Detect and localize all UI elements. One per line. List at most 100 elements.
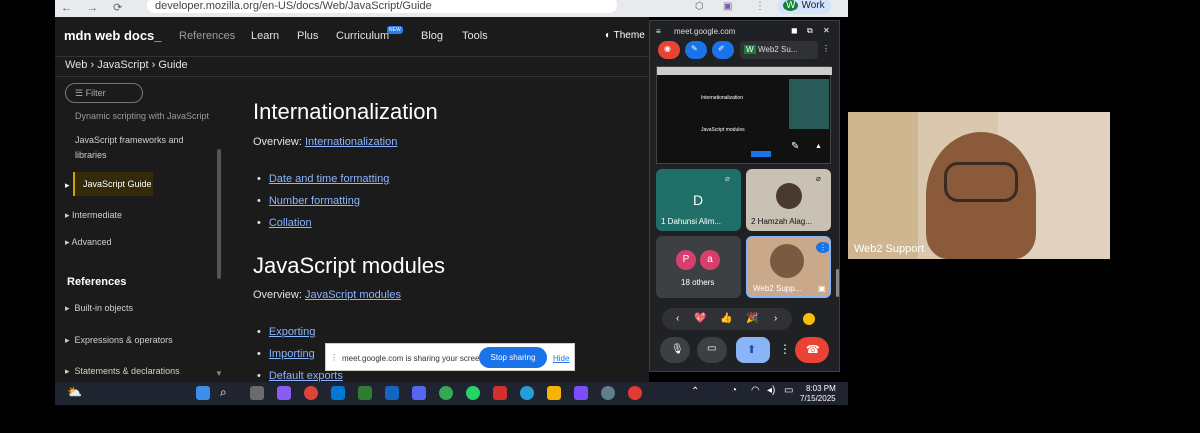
nav-blog[interactable]: Blog	[421, 30, 443, 42]
app-icon[interactable]	[331, 386, 345, 400]
app-icon[interactable]	[574, 386, 588, 400]
record-button[interactable]: ◉	[658, 41, 680, 59]
telegram-icon[interactable]	[520, 386, 534, 400]
annotate-button[interactable]: ✐	[712, 41, 734, 59]
chevron-right-icon: ▸	[65, 180, 70, 190]
reaction-thumbs-up[interactable]: 👍	[720, 313, 732, 324]
mdn-logo[interactable]: mdn web docs_	[64, 28, 162, 43]
chrome-icon[interactable]	[304, 386, 318, 400]
link-collation[interactable]: Collation	[269, 217, 312, 229]
record-icon: ◉	[664, 44, 671, 53]
theme-toggle[interactable]: ◐ Theme	[605, 30, 645, 41]
mdn-header: mdn web docs_ References Learn Plus Curr…	[55, 17, 649, 57]
file-explorer-icon[interactable]	[547, 386, 561, 400]
others-tile[interactable]: P a 18 others	[656, 236, 741, 298]
reaction-party[interactable]: 🎉	[746, 313, 758, 324]
camera-icon[interactable]: ◼	[791, 26, 798, 35]
menu-icon[interactable]: ⋮	[755, 1, 765, 12]
link-default-exports[interactable]: Default exports	[269, 370, 343, 382]
link-javascript-modules[interactable]: JavaScript modules	[305, 289, 401, 301]
battery-icon[interactable]: ▭	[784, 385, 793, 396]
list-item: Number formatting	[257, 195, 360, 207]
start-icon[interactable]	[196, 386, 210, 400]
sidebar-item-expressions[interactable]: ▸ Expressions & operators	[65, 335, 173, 346]
link-date-time-formatting[interactable]: Date and time formatting	[269, 173, 389, 185]
preview-title: Internationalization	[701, 95, 743, 101]
sidebar-item-dynamic-scripting[interactable]: Dynamic scripting with JavaScript	[75, 111, 209, 121]
sidebar-item-statements[interactable]: ▸ Statements & declarations	[65, 366, 180, 377]
nav-buttons[interactable]: ← → ⟳	[61, 1, 128, 14]
extension-icon[interactable]: ▣	[723, 1, 732, 12]
sidebar-item-advanced[interactable]: ▸ Advanced	[65, 237, 112, 248]
wifi-icon[interactable]: ◠	[751, 385, 760, 396]
nav-plus[interactable]: Plus	[297, 30, 318, 42]
present-icon: ⬆	[747, 344, 757, 356]
tray-overflow-icon[interactable]: ⌃	[691, 386, 699, 397]
link-number-formatting[interactable]: Number formatting	[269, 195, 360, 207]
link-importing[interactable]: Importing	[269, 348, 315, 360]
scroll-down-icon[interactable]: ▼	[215, 369, 223, 378]
emoji-skin-tone[interactable]	[803, 313, 815, 325]
settings-icon[interactable]	[601, 386, 615, 400]
sidebar-item-javascript-guide[interactable]: JavaScript Guide	[73, 172, 153, 196]
nav-curriculum[interactable]: Curriculum	[336, 30, 389, 42]
sidebar-item-frameworks-2[interactable]: libraries	[75, 150, 107, 160]
search-icon[interactable]: ⌕	[220, 385, 227, 400]
whatsapp-icon[interactable]	[466, 386, 480, 400]
copilot-icon[interactable]	[277, 386, 291, 400]
wps-icon[interactable]	[493, 386, 507, 400]
close-icon[interactable]: ✕	[823, 26, 830, 35]
clock-date[interactable]: 7/15/2025	[800, 394, 836, 403]
nav-references[interactable]: References	[179, 30, 235, 42]
sidebar-filter-input[interactable]: ☰ Filter	[65, 83, 143, 103]
camera-button[interactable]: ▭	[697, 337, 727, 363]
address-bar[interactable]: developer.mozilla.org/en-US/docs/Web/Jav…	[147, 0, 617, 13]
weather-icon[interactable]: ⛅	[67, 385, 82, 399]
app-icon[interactable]	[385, 386, 399, 400]
end-call-button[interactable]: ☎	[795, 337, 829, 363]
more-options-icon[interactable]: ⋮	[779, 342, 791, 356]
self-tile[interactable]: ⋮ Web2 Supp... ▣	[746, 236, 831, 298]
link-exporting[interactable]: Exporting	[269, 326, 315, 338]
reactions-next[interactable]: ›	[774, 313, 777, 324]
sidebar-item-builtins[interactable]: ▸ Built-in objects	[65, 303, 133, 314]
app-icon[interactable]	[358, 386, 372, 400]
link-internationalization[interactable]: Internationalization	[305, 136, 397, 148]
tune-icon[interactable]: ≡	[656, 27, 661, 36]
extension-icon[interactable]: ⬡	[695, 1, 704, 12]
sidebar-item-intermediate[interactable]: ▸ Intermediate	[65, 210, 122, 221]
chrome-profile-icon[interactable]	[439, 386, 453, 400]
reaction-heart[interactable]: 💖	[694, 313, 706, 324]
discord-icon[interactable]	[412, 386, 426, 400]
nav-tools[interactable]: Tools	[462, 30, 488, 42]
taskbar: ⛅ ⌕ ⌃ ◔ ◠ ◂) ▭ 8:03 PM 7/15/2025	[55, 382, 848, 405]
hide-button[interactable]: Hide	[553, 354, 569, 363]
participant-name: Web2 Supp...	[753, 284, 802, 293]
present-button[interactable]: ⬆	[736, 337, 770, 363]
mic-button[interactable]: 🎙	[660, 337, 690, 363]
reactions-prev[interactable]: ‹	[676, 313, 679, 324]
meet-scrollbar[interactable]	[836, 269, 839, 297]
screen-share-banner: ⋮ meet.google.com is sharing your screen…	[325, 343, 575, 371]
chrome-alt-icon[interactable]	[628, 386, 642, 400]
nav-learn[interactable]: Learn	[251, 30, 279, 42]
pen-icon: ✐	[718, 44, 725, 53]
participant-tile[interactable]: ⌀ 2 Hamzah Alag...	[746, 169, 831, 231]
sidebar-item-frameworks[interactable]: JavaScript frameworks and	[75, 135, 184, 145]
pip-icon[interactable]: ⧉	[807, 26, 813, 36]
more-icon[interactable]: ⋮	[822, 44, 830, 53]
network-icon[interactable]: ◔	[731, 385, 737, 396]
meet-tab[interactable]: W Web2 Su...	[740, 41, 818, 59]
participant-tile[interactable]: D ⌀ 1 Dahunsi Alim...	[656, 169, 741, 231]
profile-button[interactable]: W Work	[777, 0, 831, 14]
sidebar-scrollbar[interactable]	[217, 149, 221, 279]
grip-icon[interactable]: ⋮	[330, 353, 338, 362]
breadcrumb[interactable]: Web › JavaScript › Guide	[55, 57, 649, 77]
clock-time[interactable]: 8:03 PM	[806, 384, 836, 393]
volume-icon[interactable]: ◂)	[767, 385, 775, 396]
task-view-icon[interactable]	[250, 386, 264, 400]
share-tab-button[interactable]: ✎	[685, 41, 707, 59]
pin-icon[interactable]: ▣	[818, 284, 826, 293]
stop-sharing-button[interactable]: Stop sharing	[479, 347, 547, 368]
tab-label: Web2 Su...	[758, 45, 798, 54]
